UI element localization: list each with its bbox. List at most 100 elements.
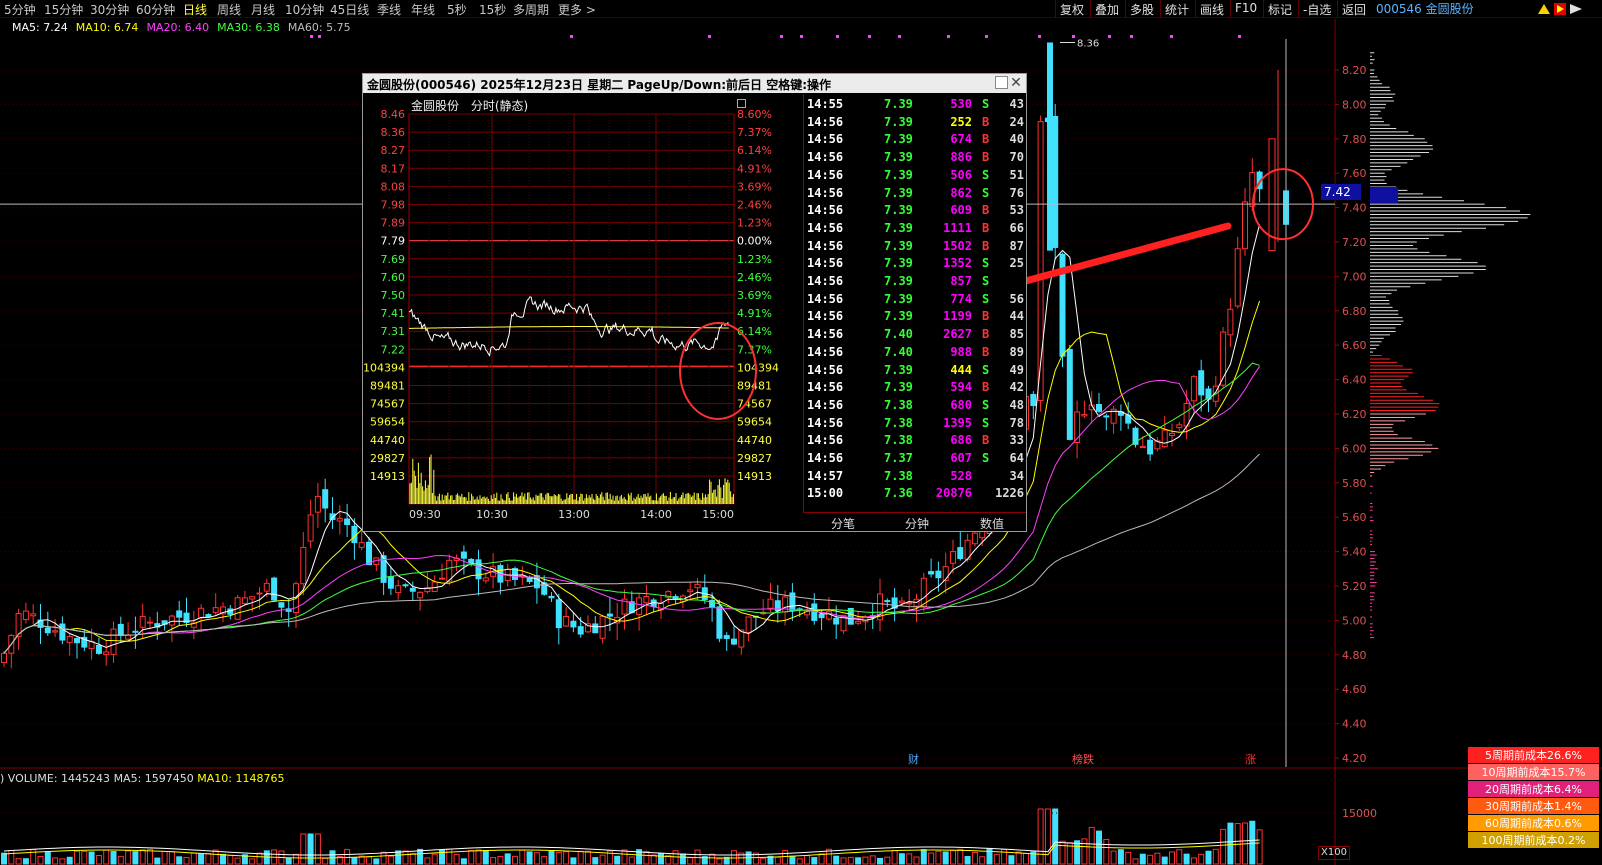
tick-volume: 1395 [943, 415, 972, 430]
candle-body [1169, 432, 1175, 437]
tool-multi-stock[interactable]: 多股 [1125, 0, 1158, 18]
tick-price: 7.39 [884, 185, 913, 200]
tick-volume: 988 [950, 344, 972, 359]
intraday-vol-label: 14913 [370, 470, 405, 483]
volume-bar [526, 851, 533, 865]
tick-volume: 857 [950, 274, 972, 288]
candle-body [1081, 413, 1088, 417]
maximize-icon[interactable] [995, 76, 1008, 89]
tick-row: 14:56 7.39 1111 B 66 [804, 219, 1027, 237]
tick-time: 14:56 [807, 380, 844, 395]
candle-body [1190, 376, 1197, 402]
panel-toggle-icon[interactable] [737, 99, 746, 108]
period-5sec[interactable]: 5秒 [447, 1, 467, 18]
tool-restore-rights[interactable]: 复权 [1055, 0, 1088, 18]
period-monthly[interactable]: 月线 [251, 1, 275, 18]
ma-legend-ma10: MA10: 6.74 [76, 21, 139, 34]
tool-overlay[interactable]: 叠加 [1090, 0, 1123, 18]
tick-price: 7.36 [884, 486, 913, 501]
tick-price: 7.39 [884, 380, 913, 395]
tick-count: 1226 [995, 486, 1024, 501]
volume-bar [898, 853, 905, 865]
tick-row: 14:56 7.39 774 S 56 [804, 290, 1027, 308]
tick-count: 78 [1009, 415, 1024, 430]
volume-bar [971, 852, 978, 865]
volume-bar [417, 848, 424, 865]
tick-volume: 506 [950, 167, 972, 182]
price-axis-label: 4.20 [1342, 752, 1367, 765]
window-icons[interactable] [1536, 2, 1584, 16]
period-10min[interactable]: 10分钟 [285, 1, 324, 18]
intraday-vol-label-right: 59654 [737, 416, 772, 429]
popup-title[interactable]: 金圆股份(000546) 2025年12月23日 星期二 PageUp/Down… [363, 74, 1026, 93]
volume-bar [628, 856, 635, 865]
tick-volume: 530 [950, 97, 972, 111]
tool-back[interactable]: 返回 [1337, 0, 1370, 18]
intraday-popup-window[interactable]: 金圆股份(000546) 2025年12月23日 星期二 PageUp/Down… [362, 73, 1027, 532]
tool-draw-line[interactable]: 画线 [1195, 0, 1228, 18]
candle-body [1139, 445, 1146, 449]
intraday-price-label: 8.36 [381, 126, 406, 139]
period-15sec[interactable]: 15秒 [479, 1, 506, 18]
candle-body [687, 589, 694, 593]
spike-candle [1047, 42, 1053, 251]
candle-body [366, 541, 372, 566]
period-45day[interactable]: 45日线 [330, 1, 369, 18]
volume-bar [1139, 853, 1146, 865]
tick-volume: 252 [950, 114, 972, 129]
volume-bar [402, 850, 409, 865]
prev-candle [1268, 138, 1276, 252]
intraday-pct-label: 0.00% [737, 235, 772, 248]
period-multi[interactable]: 多周期 [513, 1, 549, 18]
period-yearly[interactable]: 年线 [411, 1, 435, 18]
intraday-vol-label: 74567 [370, 398, 405, 411]
period-weekly[interactable]: 周线 [217, 1, 241, 18]
intraday-pct-label: 3.69% [737, 289, 772, 302]
candle-body [30, 613, 37, 617]
volume-bar [789, 855, 796, 865]
tool-statistics[interactable]: 统计 [1160, 0, 1193, 18]
period-15min[interactable]: 15分钟 [44, 1, 83, 18]
tick-volume: 680 [950, 397, 972, 412]
volume-bar [1198, 853, 1205, 865]
close-icon[interactable]: ✕ [1009, 74, 1023, 92]
tick-list[interactable]: 14:55 7.39 530 S 43 14:56 7.39 252 B 24 14:56 7.39 6… [803, 94, 1026, 512]
tool-mark[interactable]: 标记 [1263, 0, 1296, 18]
price-axis-label: 6.60 [1342, 339, 1367, 352]
tick-row: 14:56 7.40 2627 B 85 [804, 325, 1027, 343]
tab-values[interactable]: 数值 [980, 515, 1004, 532]
period-30min[interactable]: 30分钟 [90, 1, 129, 18]
tick-volume: 444 [950, 362, 972, 377]
tool-add-favorite[interactable]: -自选 [1298, 0, 1335, 18]
candle [234, 594, 241, 620]
tick-row: 14:56 7.38 680 S 48 [804, 396, 1027, 414]
volume-bar [154, 857, 161, 865]
period-60min[interactable]: 60分钟 [136, 1, 175, 18]
candle-body [745, 616, 752, 633]
tool-f10[interactable]: F10 [1230, 0, 1261, 18]
signal-marker [898, 35, 901, 38]
high-label: 8.36 [1077, 38, 1099, 49]
volume-bar [22, 858, 29, 865]
period-quarterly[interactable]: 季线 [377, 1, 401, 18]
volume-bar [877, 857, 883, 865]
volume-bar [460, 858, 467, 865]
intraday-pct-label: 7.37% [737, 126, 772, 139]
tab-ticks[interactable]: 分笔 [831, 515, 855, 532]
volume-bar [855, 857, 862, 865]
volume-bar [774, 856, 781, 865]
volume-bar [891, 849, 898, 865]
period-more[interactable]: 更多 > [558, 1, 596, 18]
tick-price: 7.39 [884, 167, 913, 182]
volume-bar [555, 851, 562, 865]
tab-minutes[interactable]: 分钟 [905, 515, 929, 532]
candle-body [431, 581, 438, 592]
volume-bar [731, 850, 737, 865]
volume-bar [614, 855, 621, 865]
candle-body [460, 551, 467, 559]
period-daily[interactable]: 日线 [183, 1, 207, 18]
volume-bar [1212, 848, 1219, 865]
tick-time: 14:56 [807, 185, 844, 200]
period-5min[interactable]: 5分钟 [4, 1, 36, 18]
signal-marker [1170, 35, 1173, 38]
